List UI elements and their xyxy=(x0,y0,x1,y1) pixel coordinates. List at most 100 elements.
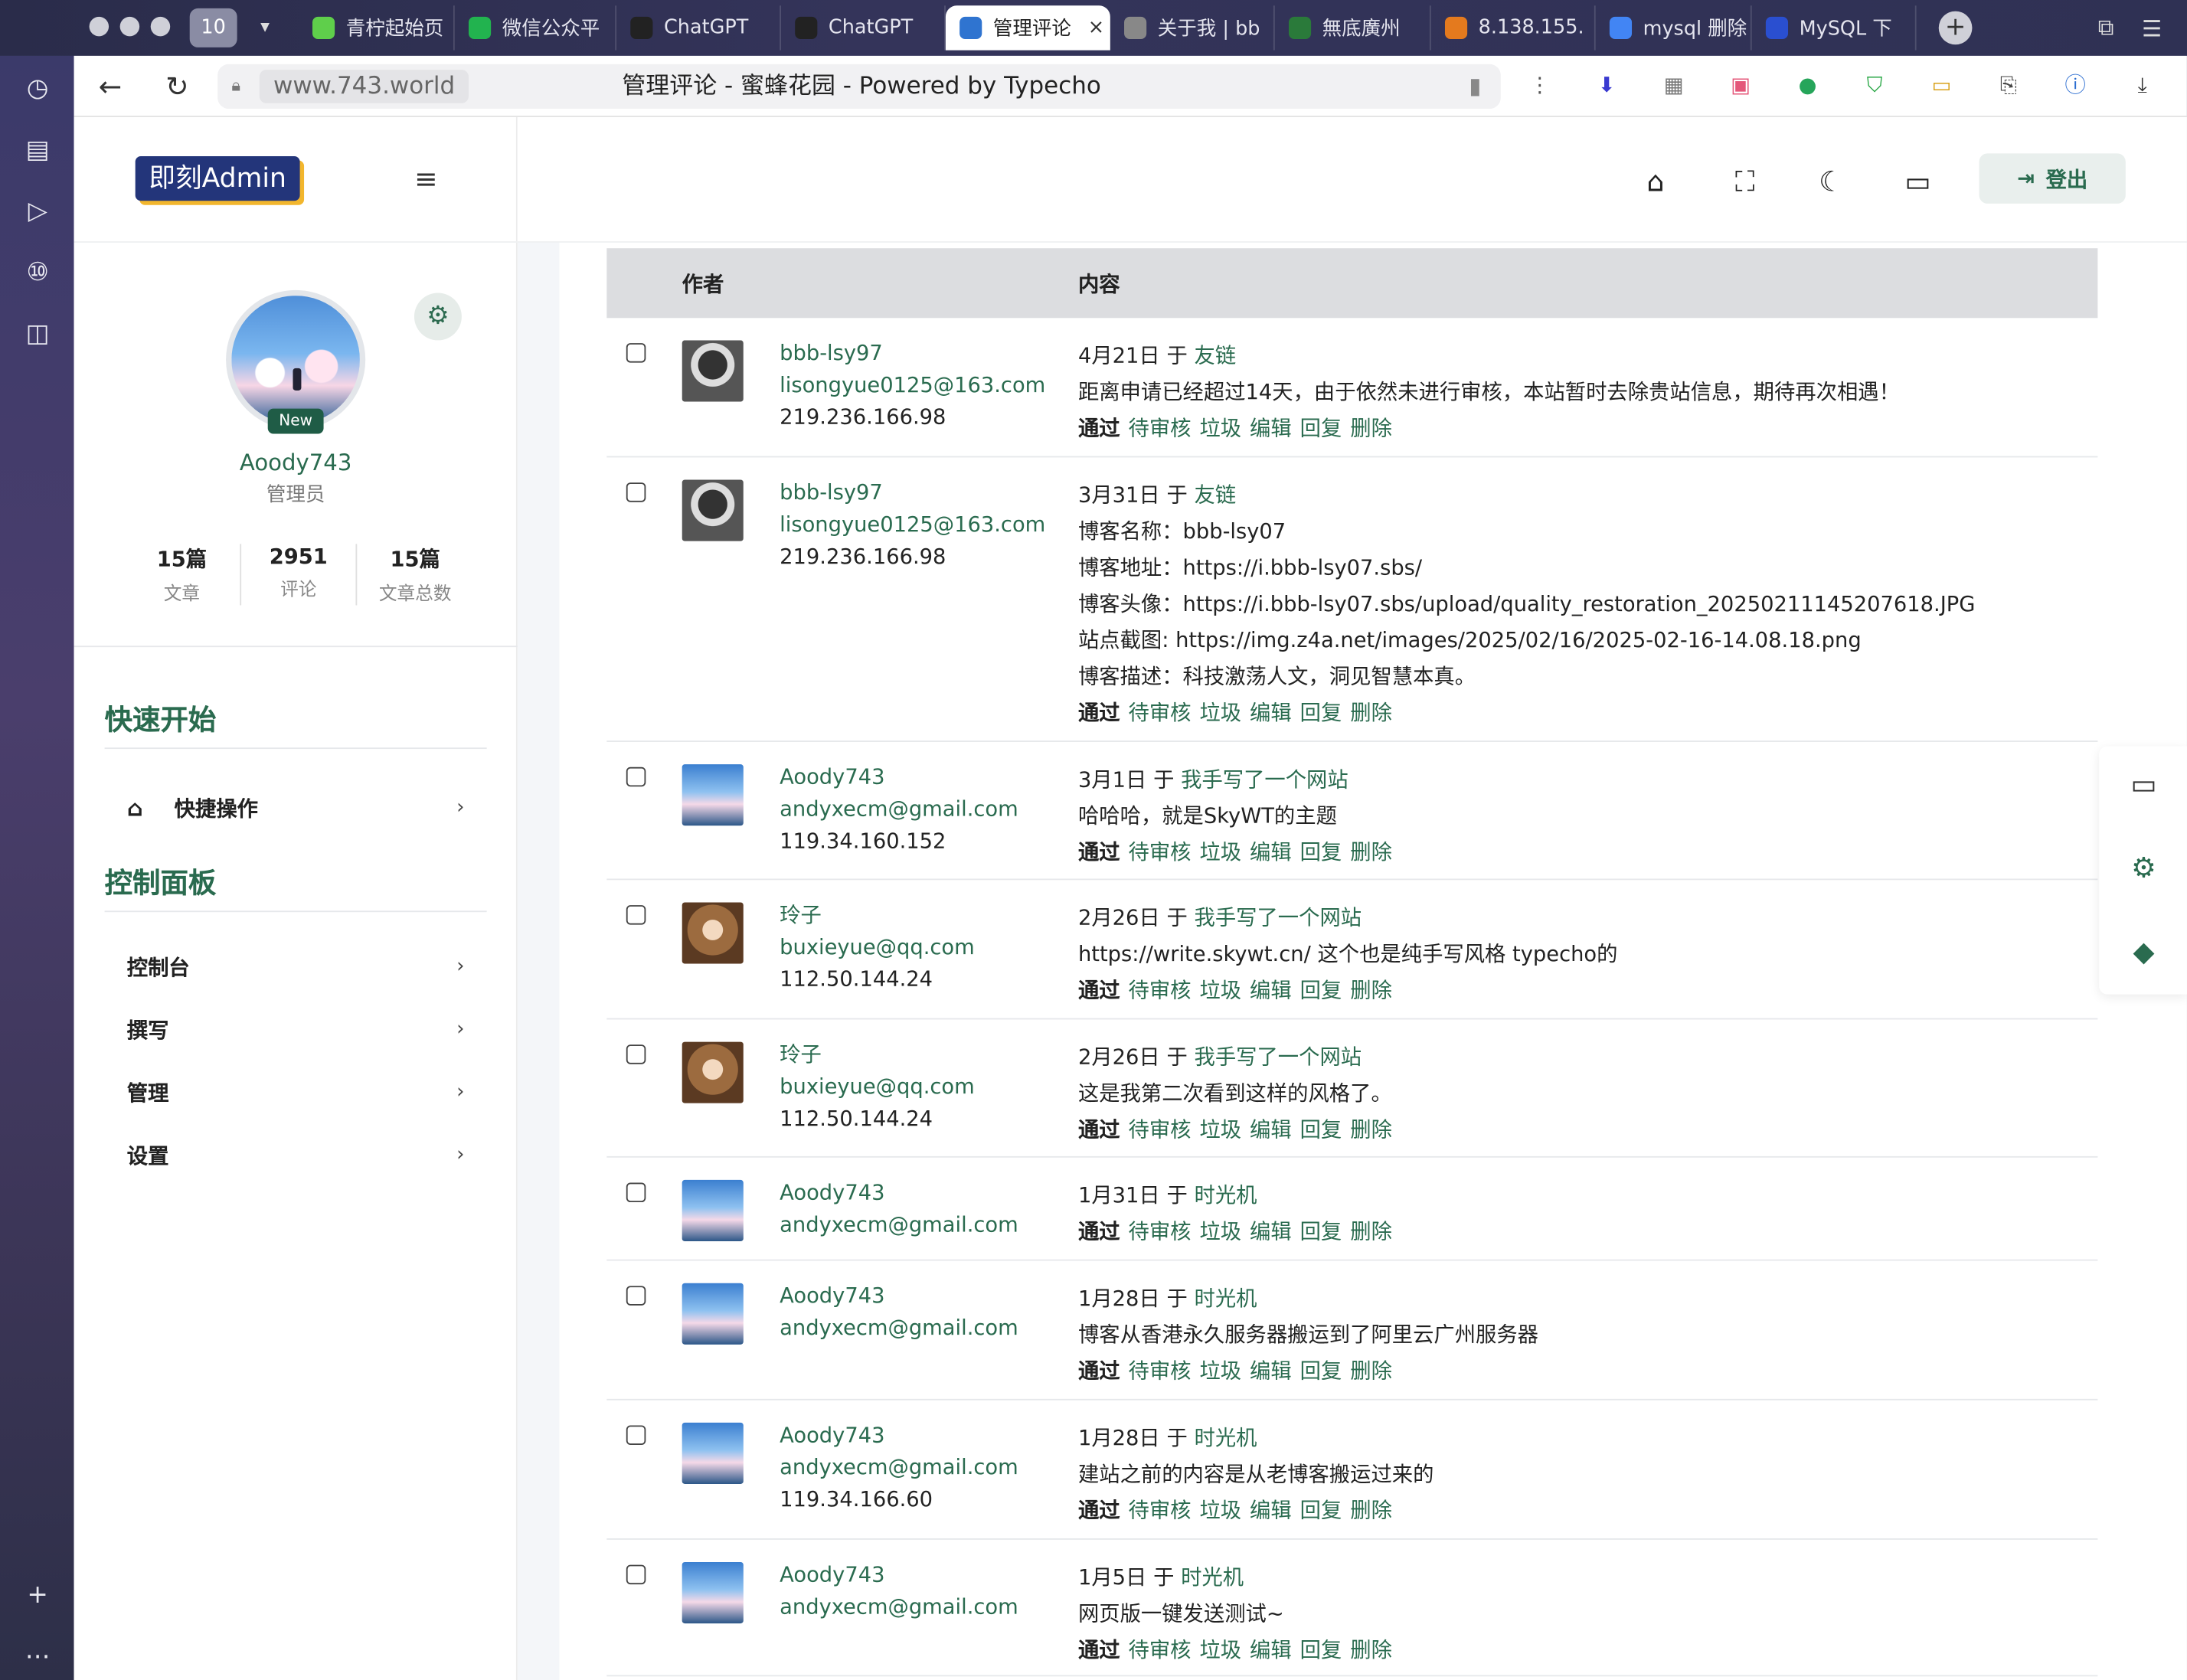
tab-overview-icon[interactable]: ⧉ xyxy=(2098,14,2114,41)
sidebar-item-manage[interactable]: 管理 › xyxy=(105,1067,487,1117)
row-checkbox[interactable] xyxy=(626,482,646,502)
pending-button[interactable]: 待审核 xyxy=(1129,839,1192,865)
author-name[interactable]: bbb-lsy97 xyxy=(780,477,1045,509)
fullscreen-icon[interactable]: ⛶ xyxy=(1728,165,1762,198)
browser-tab[interactable]: mysql 删除 xyxy=(1596,5,1752,51)
laptop-icon[interactable]: ▭ xyxy=(2126,766,2162,802)
row-checkbox[interactable] xyxy=(626,1182,646,1203)
battery-icon[interactable]: ▭ xyxy=(1926,70,1957,100)
browser-tab[interactable]: 無底廣州 xyxy=(1275,5,1431,51)
spam-button[interactable]: 垃圾 xyxy=(1199,1358,1241,1384)
download-circle-icon[interactable]: ● xyxy=(1792,70,1823,100)
shield-icon[interactable]: ⛉ xyxy=(1859,70,1890,100)
reply-button[interactable]: 回复 xyxy=(1300,1637,1342,1662)
approve-button[interactable]: 通过 xyxy=(1078,1637,1120,1662)
author-name[interactable]: Aoody743 xyxy=(780,1559,1018,1591)
row-checkbox[interactable] xyxy=(626,1425,646,1445)
comment-post-link[interactable]: 友链 xyxy=(1195,343,1237,368)
browser-tab[interactable]: 微信公众平 xyxy=(455,5,617,51)
browser-tab[interactable]: 关于我 | bb xyxy=(1110,5,1275,51)
paint-bucket-icon[interactable]: ◆ xyxy=(2126,933,2162,969)
delete-button[interactable]: 删除 xyxy=(1350,1219,1392,1244)
history-icon[interactable]: ◷ xyxy=(21,73,54,106)
gear-icon[interactable]: ⚙ xyxy=(414,293,462,341)
bilibili-icon[interactable]: ▣ xyxy=(1725,70,1756,100)
author-email[interactable]: lisongyue0125@163.com xyxy=(780,509,1045,541)
tab-count-badge[interactable]: 10 xyxy=(189,8,237,47)
browser-tab[interactable]: MySQL 下 xyxy=(1752,5,1917,51)
comment-post-link[interactable]: 我手写了一个网站 xyxy=(1195,905,1362,930)
reply-button[interactable]: 回复 xyxy=(1300,978,1342,1003)
edit-button[interactable]: 编辑 xyxy=(1250,978,1292,1003)
author-name[interactable]: Aoody743 xyxy=(780,1177,1018,1209)
approve-button[interactable]: 通过 xyxy=(1078,416,1120,441)
hamburger-icon[interactable]: ≡ xyxy=(414,165,442,192)
row-checkbox[interactable] xyxy=(626,905,646,925)
delete-button[interactable]: 删除 xyxy=(1350,1117,1392,1142)
spam-button[interactable]: 垃圾 xyxy=(1199,416,1241,441)
browser-tab[interactable]: 管理评论 × xyxy=(945,5,1110,51)
pending-button[interactable]: 待审核 xyxy=(1129,1219,1192,1244)
close-icon[interactable]: × xyxy=(1088,17,1104,39)
tab-ten-icon[interactable]: ⑩ xyxy=(21,257,54,290)
reply-button[interactable]: 回复 xyxy=(1300,700,1342,725)
spam-button[interactable]: 垃圾 xyxy=(1199,839,1241,865)
author-name[interactable]: Aoody743 xyxy=(780,1280,1018,1312)
spam-button[interactable]: 垃圾 xyxy=(1199,1637,1241,1662)
edit-button[interactable]: 编辑 xyxy=(1250,1358,1292,1384)
comment-post-link[interactable]: 时光机 xyxy=(1195,1425,1257,1450)
menu-icon[interactable]: ☰ xyxy=(2142,15,2162,41)
app-logo[interactable]: 即刻Admin xyxy=(135,155,300,201)
author-email[interactable]: andyxecm@gmail.com xyxy=(780,1591,1018,1623)
comment-post-link[interactable]: 时光机 xyxy=(1195,1183,1257,1208)
moon-icon[interactable]: ☾ xyxy=(1815,165,1849,198)
chevron-down-icon[interactable]: ▾ xyxy=(246,8,285,47)
window-controls[interactable] xyxy=(89,16,171,37)
browser-tab[interactable]: ChatGPT xyxy=(781,5,946,51)
reply-button[interactable]: 回复 xyxy=(1300,1117,1342,1142)
approve-button[interactable]: 通过 xyxy=(1078,839,1120,865)
author-email[interactable]: andyxecm@gmail.com xyxy=(780,1452,1018,1484)
comment-post-link[interactable]: 我手写了一个网站 xyxy=(1181,767,1348,793)
edit-button[interactable]: 编辑 xyxy=(1250,416,1292,441)
spam-button[interactable]: 垃圾 xyxy=(1199,1498,1241,1523)
url-field[interactable]: 🔒︎ www.743.world 管理评论 - 蜜蜂花园 - Powered b… xyxy=(217,64,1501,109)
browser-tab[interactable]: 青柠起始页 xyxy=(299,5,455,51)
approve-button[interactable]: 通过 xyxy=(1078,978,1120,1003)
comment-post-link[interactable]: 友链 xyxy=(1195,482,1237,508)
reply-button[interactable]: 回复 xyxy=(1300,1498,1342,1523)
edit-button[interactable]: 编辑 xyxy=(1250,1637,1292,1662)
add-icon[interactable]: + xyxy=(21,1579,54,1613)
author-email[interactable]: lisongyue0125@163.com xyxy=(780,370,1045,402)
author-name[interactable]: Aoody743 xyxy=(780,761,1018,793)
screenshot-icon[interactable]: ◫ xyxy=(21,318,54,351)
gear-icon[interactable]: ⚙ xyxy=(2126,849,2162,885)
author-name[interactable]: Aoody743 xyxy=(780,1420,1018,1452)
author-name[interactable]: 玲子 xyxy=(780,1039,975,1071)
pending-button[interactable]: 待审核 xyxy=(1129,1637,1192,1662)
delete-button[interactable]: 删除 xyxy=(1350,416,1392,441)
sidebar-item-dashboard[interactable]: 控制台 › xyxy=(105,941,487,992)
download-arrow-icon[interactable]: ⬇ xyxy=(1591,70,1622,100)
translate-icon[interactable]: ⎘ xyxy=(1993,70,2024,100)
comment-post-link[interactable]: 我手写了一个网站 xyxy=(1195,1044,1362,1070)
author-name[interactable]: 玲子 xyxy=(780,900,975,932)
delete-button[interactable]: 删除 xyxy=(1350,1637,1392,1662)
info-icon[interactable]: ⓘ xyxy=(2060,70,2091,100)
author-email[interactable]: andyxecm@gmail.com xyxy=(780,1312,1018,1345)
edit-button[interactable]: 编辑 xyxy=(1250,1117,1292,1142)
reload-icon[interactable]: ↻ xyxy=(160,70,194,103)
extension-grid-icon[interactable]: ▦ xyxy=(1659,70,1689,100)
comment-post-link[interactable]: 时光机 xyxy=(1181,1565,1244,1590)
spam-button[interactable]: 垃圾 xyxy=(1199,978,1241,1003)
comment-post-link[interactable]: 时光机 xyxy=(1195,1286,1257,1311)
approve-button[interactable]: 通过 xyxy=(1078,1219,1120,1244)
row-checkbox[interactable] xyxy=(626,1286,646,1306)
home-icon[interactable]: ⌂ xyxy=(1639,165,1672,198)
pending-button[interactable]: 待审核 xyxy=(1129,1117,1192,1142)
logout-button[interactable]: ⇥ 登出 xyxy=(1979,153,2126,204)
delete-button[interactable]: 删除 xyxy=(1350,978,1392,1003)
author-email[interactable]: buxieyue@qq.com xyxy=(780,932,975,964)
pending-button[interactable]: 待审核 xyxy=(1129,700,1192,725)
author-email[interactable]: andyxecm@gmail.com xyxy=(780,1209,1018,1241)
